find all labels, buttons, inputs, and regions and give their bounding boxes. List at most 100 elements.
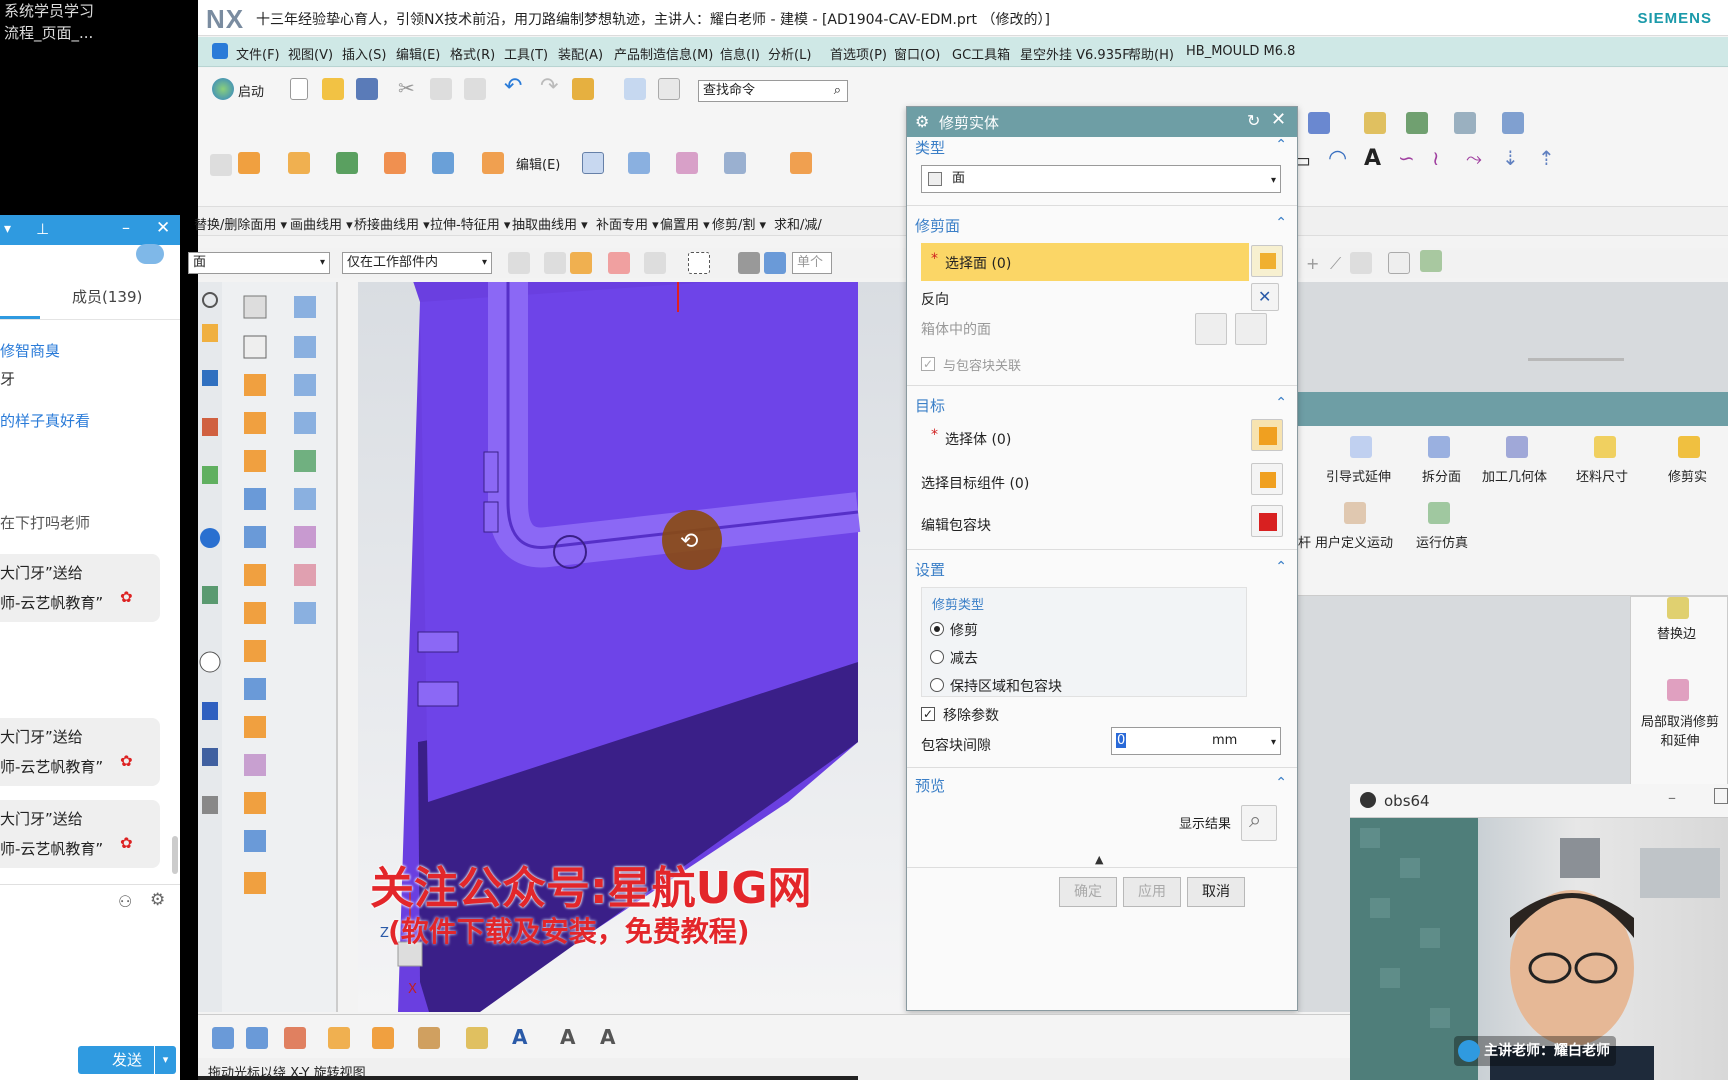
text-icon[interactable]: A <box>1364 146 1381 171</box>
send-button[interactable]: 发送 ▾ <box>78 1046 176 1074</box>
close-icon[interactable]: ✕ <box>156 218 170 238</box>
wcs-icon[interactable] <box>1308 112 1330 134</box>
menu-item[interactable]: 分析(L) <box>768 44 811 63</box>
maximize-icon[interactable] <box>1714 788 1728 804</box>
tool-icon[interactable] <box>624 78 646 100</box>
menu-item[interactable]: 星空外挂 V6.935F <box>1020 44 1130 63</box>
bridge-curve-icon[interactable]: ⤳ <box>1466 146 1482 170</box>
mesh-icon[interactable] <box>676 152 698 174</box>
assoc-box-checkbox[interactable]: ✓ <box>921 357 935 371</box>
box-gap-input[interactable]: 0 mm ▾ <box>1111 727 1281 755</box>
snap-point-icon[interactable] <box>608 252 630 274</box>
resource-bar-icons[interactable] <box>198 282 338 1012</box>
component-select-button[interactable] <box>1251 463 1283 495</box>
reset-icon[interactable]: ↻ <box>1247 111 1260 130</box>
point-snap-icon[interactable] <box>1350 252 1372 274</box>
cancel-button[interactable]: 取消 <box>1187 877 1245 907</box>
line-snap-icon[interactable]: ⟋ <box>1330 254 1341 274</box>
menu-item[interactable]: 产品制造信息(M) <box>614 44 713 63</box>
find-command-input[interactable]: 查找命令 ⌕ <box>698 80 848 102</box>
arc-icon[interactable]: ◠ <box>1328 146 1347 171</box>
cylinder-icon[interactable] <box>432 152 454 174</box>
copy-icon[interactable] <box>430 78 452 100</box>
trim-solid-button[interactable]: 修剪实 <box>1668 466 1707 485</box>
select-icon[interactable] <box>544 252 566 274</box>
stock-size-button[interactable]: 坯料尺寸 <box>1576 466 1628 485</box>
ok-button[interactable]: 确定 <box>1059 877 1117 907</box>
menu-item[interactable]: 编辑(E) <box>396 44 440 63</box>
open-folder-icon[interactable] <box>322 78 344 100</box>
grid-icon[interactable] <box>1454 112 1476 134</box>
edit-menu-button[interactable]: 编辑(E) <box>516 154 560 173</box>
type-select[interactable]: 面 ▾ <box>921 165 1281 193</box>
section-target-header[interactable]: 目标 <box>915 395 945 416</box>
gear-icon[interactable]: ⚙ <box>915 112 929 131</box>
run-simulation-icon[interactable] <box>1428 502 1450 524</box>
undo-icon[interactable]: ↶ <box>504 74 522 99</box>
menu-item[interactable]: 插入(S) <box>342 44 386 63</box>
scrollbar[interactable] <box>172 836 178 874</box>
measure-icon[interactable] <box>1406 112 1428 134</box>
select-face-row[interactable]: * 选择面 (0) <box>921 243 1249 281</box>
menu-item[interactable]: 帮助(H) <box>1128 44 1174 63</box>
select-body-label[interactable]: 选择体 (0) <box>945 429 1011 449</box>
rectangle-icon[interactable] <box>582 152 604 174</box>
minimize-icon[interactable]: – <box>1668 788 1676 807</box>
unit-select[interactable]: mm <box>1212 728 1237 754</box>
redo-icon[interactable]: ↷ <box>540 74 558 99</box>
tool-snap-icon[interactable] <box>1420 250 1442 272</box>
menu-item[interactable]: 文件(F) <box>236 44 280 63</box>
minimize-icon[interactable]: – <box>122 218 130 237</box>
tab-members[interactable]: 成员(139) <box>72 286 142 307</box>
app-menu-icon[interactable] <box>212 43 228 59</box>
local-untrim-icon[interactable] <box>1667 679 1689 701</box>
menu-item[interactable]: 装配(A) <box>558 44 603 63</box>
annotation-icon[interactable] <box>284 1027 306 1049</box>
pin-icon[interactable]: ⊥ <box>36 220 49 238</box>
analysis-icon[interactable] <box>1364 112 1386 134</box>
patch-icon[interactable] <box>724 152 746 174</box>
offset-icon[interactable] <box>288 152 310 174</box>
section-preview-header[interactable]: 预览 <box>915 775 945 796</box>
toolbar-menu-item[interactable]: 偏置用 ▾ <box>660 214 710 233</box>
replace-edge-icon[interactable] <box>1667 597 1689 619</box>
keep-region-radio[interactable] <box>930 678 944 692</box>
type-filter-select[interactable]: 面 ▾ <box>188 252 330 274</box>
show-result-button[interactable]: ⌕ <box>1241 805 1277 841</box>
user-motion-button[interactable]: 用户定义运动 <box>1314 532 1394 551</box>
component-icon[interactable] <box>790 152 812 174</box>
face-select-button[interactable] <box>1251 245 1283 277</box>
box-face-button-1[interactable] <box>1195 313 1227 345</box>
trim-radio[interactable] <box>930 622 944 636</box>
cube-icon[interactable] <box>482 152 504 174</box>
toolbar-menu-item[interactable]: 抽取曲线用 ▾ <box>512 214 588 233</box>
menu-item[interactable]: 格式(R) <box>450 44 495 63</box>
split-face-icon[interactable] <box>1428 436 1450 458</box>
toolbar-menu-item[interactable]: 补面专用 ▾ <box>596 214 659 233</box>
guided-extend-icon[interactable] <box>1350 436 1372 458</box>
stock-size-icon[interactable] <box>1594 436 1616 458</box>
chevron-down-icon[interactable]: ▾ <box>154 1046 176 1074</box>
toolbar-menu-item[interactable]: 桥接曲线用 ▾ <box>354 214 430 233</box>
chevron-up-icon[interactable]: ⌃ <box>1275 395 1287 411</box>
menu-item[interactable]: HB_MOULD M6.8 <box>1186 44 1295 59</box>
clipboard-icon[interactable] <box>572 78 594 100</box>
reverse-button[interactable]: ✕ <box>1251 283 1279 311</box>
run-simulation-button[interactable]: 运行仿真 <box>1416 532 1468 551</box>
chevron-up-icon[interactable]: ⌃ <box>1275 775 1287 791</box>
menu-item[interactable]: 窗口(O) <box>894 44 940 63</box>
shade-icon[interactable] <box>764 252 786 274</box>
text-size-icon[interactable]: A <box>600 1025 615 1049</box>
menu-item[interactable]: 视图(V) <box>288 44 333 63</box>
chevron-down-icon[interactable]: ▾ <box>4 221 11 237</box>
plus-icon[interactable]: + <box>1306 254 1319 273</box>
box-face-button-2[interactable] <box>1235 313 1267 345</box>
toolbar-menu-item[interactable]: 替换/删除面用 ▾ <box>194 214 287 233</box>
edit-box-label[interactable]: 编辑包容块 <box>921 515 991 535</box>
section-settings-header[interactable]: 设置 <box>915 559 945 580</box>
menu-item[interactable]: GC工具箱 <box>952 44 1010 63</box>
cut-icon[interactable]: ✂ <box>398 76 415 100</box>
scope-filter-select[interactable]: 仅在工作部件内 ▾ <box>342 252 492 274</box>
menu-item[interactable]: 信息(I) <box>720 44 760 63</box>
dimension-icon[interactable] <box>212 1027 234 1049</box>
